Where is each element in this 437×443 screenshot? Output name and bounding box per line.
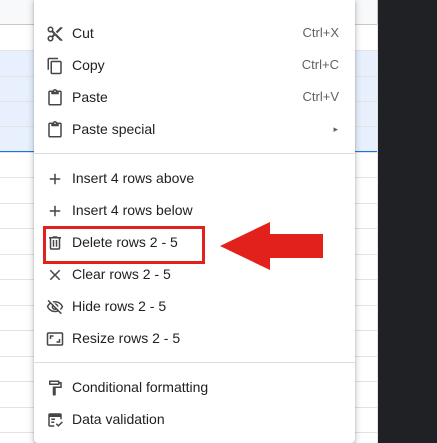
menu-item-label: Hide rows 2 - 5 xyxy=(72,298,167,314)
menu-item-label: Paste special xyxy=(72,121,156,137)
menu-item-label: Paste xyxy=(72,89,108,105)
menu-item-label: Cut xyxy=(72,25,94,41)
menu-item-label: Resize rows 2 - 5 xyxy=(72,330,181,346)
menu-item-data-validation[interactable]: Data validation xyxy=(34,403,355,435)
resize-icon xyxy=(46,330,64,348)
eye-off-icon xyxy=(46,298,64,316)
scissors-icon xyxy=(46,25,64,43)
menu-separator xyxy=(34,362,355,363)
menu-separator xyxy=(34,153,355,154)
clipboard-icon xyxy=(46,89,64,107)
menu-item-copy[interactable]: Copy Ctrl+C xyxy=(34,49,355,81)
menu-item-label: Data validation xyxy=(72,411,165,427)
paint-roller-icon xyxy=(46,379,64,397)
menu-item-shortcut: Ctrl+C xyxy=(301,57,339,72)
x-icon xyxy=(46,266,64,284)
menu-item-paste[interactable]: Paste Ctrl+V xyxy=(34,81,355,113)
clipboard-icon xyxy=(46,121,64,139)
menu-item-resize-rows[interactable]: Resize rows 2 - 5 xyxy=(34,322,355,354)
copy-icon xyxy=(46,57,64,75)
data-validation-icon xyxy=(46,411,64,429)
menu-item-conditional-formatting[interactable]: Conditional formatting xyxy=(34,371,355,403)
menu-item-shortcut: Ctrl+X xyxy=(302,25,339,40)
menu-item-insert-rows-above[interactable]: Insert 4 rows above xyxy=(34,162,355,194)
dark-side-panel xyxy=(378,0,437,443)
annotation-arrow-icon xyxy=(220,222,323,270)
annotation-highlight-box xyxy=(43,226,205,264)
menu-item-label: Insert 4 rows below xyxy=(72,202,193,218)
menu-item-cut[interactable]: Cut Ctrl+X xyxy=(34,17,355,49)
plus-icon xyxy=(46,170,64,188)
menu-item-label: Conditional formatting xyxy=(72,379,209,395)
menu-item-hide-rows[interactable]: Hide rows 2 - 5 xyxy=(34,290,355,322)
submenu-arrow-icon: ▸ xyxy=(333,124,338,134)
plus-icon xyxy=(46,202,64,220)
menu-item-paste-special[interactable]: Paste special ▸ xyxy=(34,113,355,145)
menu-item-shortcut: Ctrl+V xyxy=(302,89,339,104)
menu-item-label: Insert 4 rows above xyxy=(72,170,195,186)
menu-item-label: Copy xyxy=(72,57,105,73)
